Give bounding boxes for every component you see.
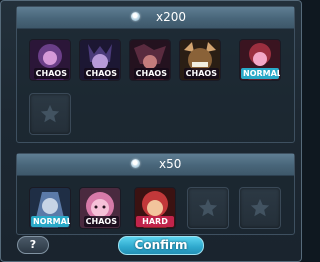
boss-slot[interactable]: CHAOS xyxy=(179,39,221,81)
difficulty-badge: CHAOS xyxy=(133,68,169,79)
difficulty-badge: CHAOS xyxy=(183,68,219,79)
group-header: x200 xyxy=(17,7,294,29)
reward-group-x50: x50 NORMAL CHAOS HARD xyxy=(16,153,295,235)
confirm-button[interactable]: Confirm xyxy=(118,236,204,255)
reward-group-x200: x200 CHAOS CHAOS CHAOS CHAOS NORMAL xyxy=(16,6,295,143)
boss-slot[interactable]: NORMAL xyxy=(29,187,71,229)
boss-reward-window: x200 CHAOS CHAOS CHAOS CHAOS NORMAL x50 … xyxy=(0,0,302,262)
difficulty-badge: CHAOS xyxy=(33,68,69,79)
group-count: x200 xyxy=(156,10,187,24)
bullet-icon xyxy=(131,12,140,21)
boss-slot[interactable]: CHAOS xyxy=(79,39,121,81)
boss-slot[interactable]: CHAOS xyxy=(29,39,71,81)
difficulty-badge: NORMAL xyxy=(241,68,281,79)
help-button[interactable]: ? xyxy=(17,236,49,254)
bullet-icon xyxy=(131,159,140,168)
star-icon xyxy=(198,198,218,217)
star-icon xyxy=(40,104,60,123)
boss-slot[interactable]: CHAOS xyxy=(79,187,121,229)
empty-boss-slot[interactable] xyxy=(239,187,281,229)
difficulty-badge: NORMAL xyxy=(31,216,71,227)
boss-slot[interactable]: NORMAL xyxy=(239,39,281,81)
group-count: x50 xyxy=(159,157,182,171)
difficulty-badge: CHAOS xyxy=(83,216,119,227)
boss-slot[interactable]: CHAOS xyxy=(129,39,171,81)
empty-boss-slot[interactable] xyxy=(187,187,229,229)
boss-slot[interactable]: HARD xyxy=(134,187,176,229)
star-icon xyxy=(250,198,270,217)
difficulty-badge: CHAOS xyxy=(83,68,119,79)
difficulty-badge: HARD xyxy=(136,216,174,227)
group-header: x50 xyxy=(17,154,294,176)
empty-boss-slot[interactable] xyxy=(29,93,71,135)
